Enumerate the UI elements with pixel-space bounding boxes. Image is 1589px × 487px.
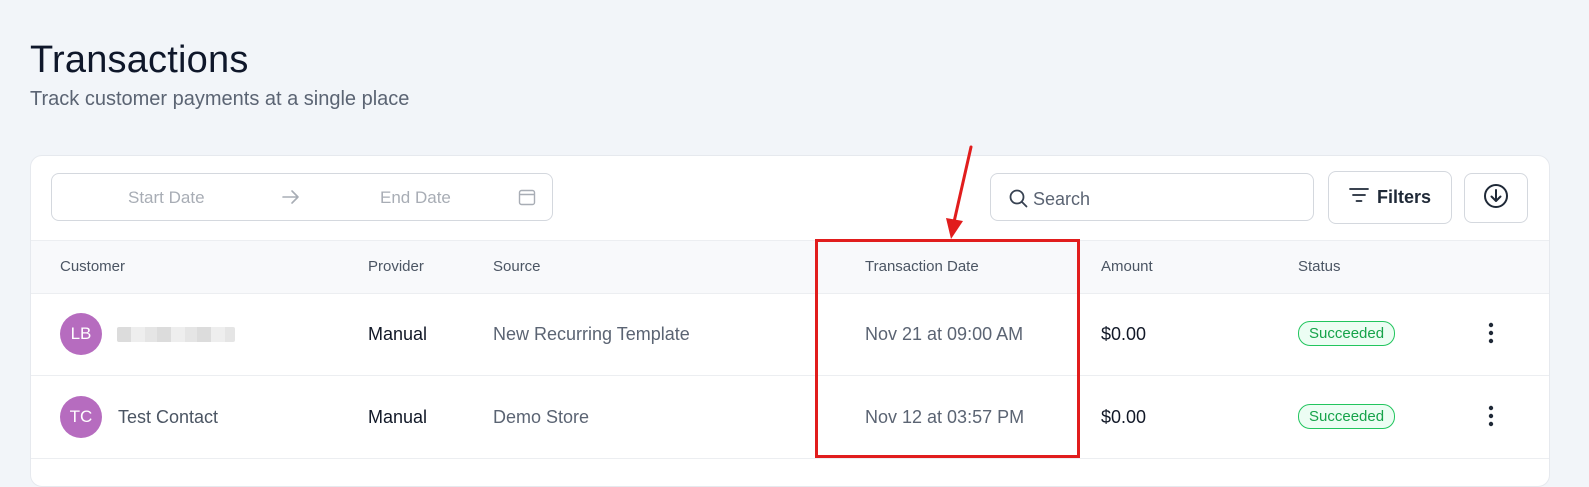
start-date-placeholder[interactable]: Start Date [128, 188, 205, 208]
provider-cell: Manual [368, 407, 428, 427]
amount-cell: $0.00 [1101, 407, 1147, 427]
search-input[interactable] [1031, 184, 1295, 214]
source-cell: New Recurring Template [493, 324, 690, 344]
end-date-placeholder[interactable]: End Date [380, 188, 451, 208]
table-header: Customer Provider Source Transaction Dat… [31, 240, 1549, 294]
filters-label: Filters [1376, 187, 1432, 207]
customer-name-cell[interactable]: Test Contact [118, 407, 218, 428]
avatar: LB [60, 313, 102, 355]
search-icon [1009, 189, 1028, 213]
download-icon [1483, 183, 1509, 214]
provider-cell: Manual [368, 324, 428, 344]
filter-icon [1349, 187, 1369, 208]
column-header-amount[interactable]: Amount [1101, 258, 1153, 275]
status-badge: Succeeded [1298, 404, 1396, 429]
avatar: TC [60, 396, 102, 438]
column-header-transaction-date[interactable]: Transaction Date [865, 258, 979, 275]
table-row[interactable]: TC Test Contact Manual Demo Store Nov 12… [31, 376, 1549, 459]
transaction-date-cell: Nov 21 at 09:00 AM [865, 324, 1024, 344]
column-header-provider[interactable]: Provider [368, 258, 424, 275]
page-title: Transactions [30, 39, 249, 81]
table-row[interactable]: LB Manual New Recurring Template Nov 21 … [31, 293, 1549, 376]
column-header-source[interactable]: Source [493, 258, 541, 275]
download-button[interactable] [1464, 173, 1528, 223]
column-header-customer[interactable]: Customer [60, 258, 125, 275]
transactions-card: Start Date End Date Filters [30, 155, 1550, 487]
arrow-right-icon [282, 189, 300, 210]
kebab-menu-icon[interactable] [1481, 404, 1501, 428]
redacted-customer-name [117, 327, 235, 342]
search-box[interactable] [990, 173, 1314, 221]
calendar-icon[interactable] [518, 188, 536, 211]
toolbar: Start Date End Date Filters [31, 156, 1549, 240]
amount-cell: $0.00 [1101, 324, 1147, 344]
source-cell: Demo Store [493, 407, 590, 427]
status-badge: Succeeded [1298, 321, 1396, 346]
transaction-date-cell: Nov 12 at 03:57 PM [865, 407, 1025, 427]
filters-button[interactable]: Filters [1328, 171, 1452, 224]
date-range-picker[interactable]: Start Date End Date [51, 173, 553, 221]
kebab-menu-icon[interactable] [1481, 321, 1501, 345]
column-header-status[interactable]: Status [1298, 258, 1341, 275]
page-subtitle: Track customer payments at a single plac… [30, 88, 410, 110]
page-header: Transactions Track customer payments at … [30, 38, 409, 111]
